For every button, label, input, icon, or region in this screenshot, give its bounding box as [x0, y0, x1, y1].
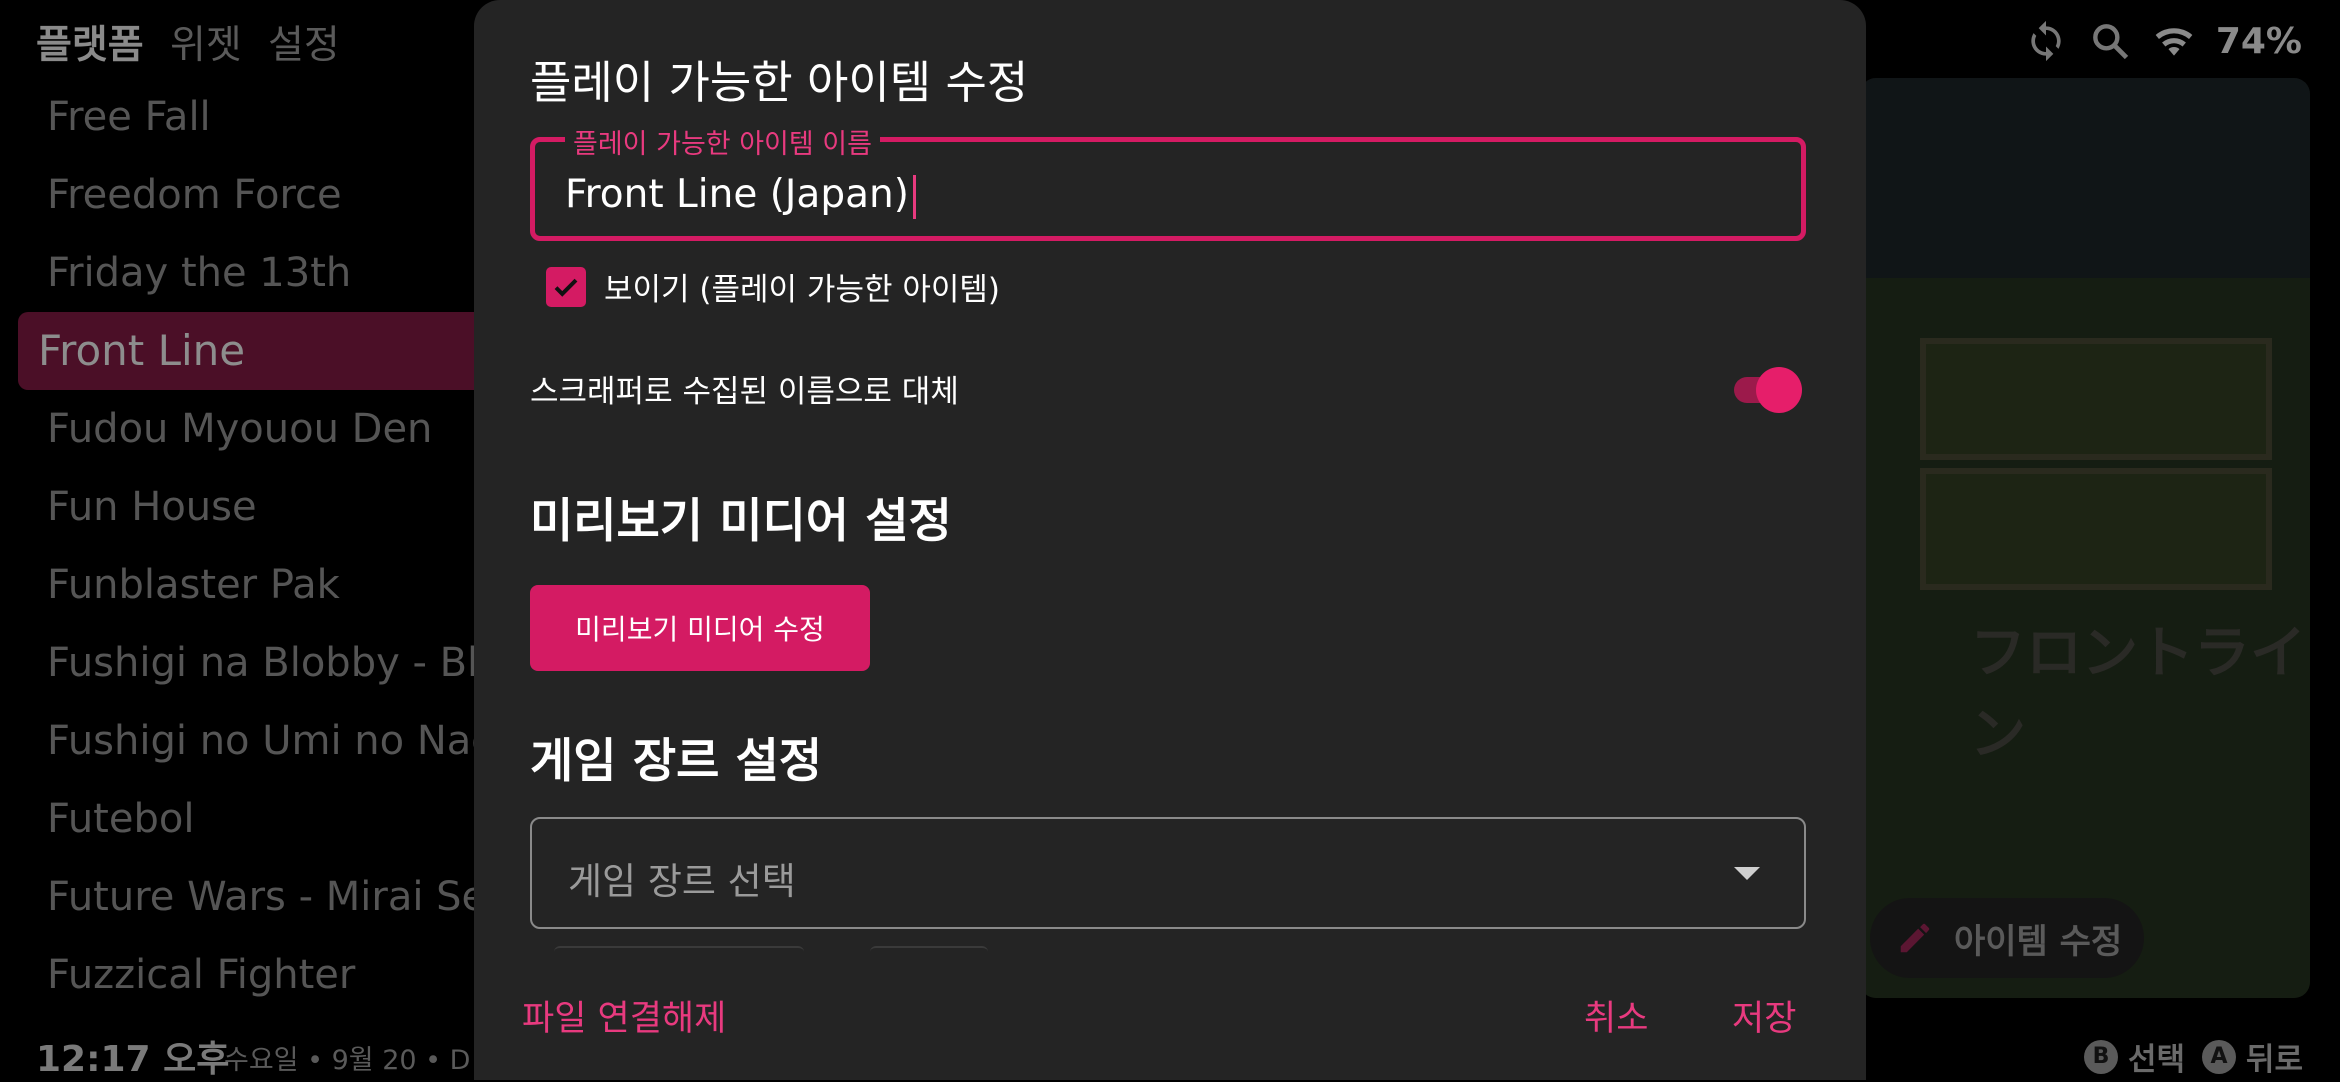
- genre-select[interactable]: 게임 장르 선택: [530, 817, 1806, 929]
- game-preview-art: フロントライン: [1860, 78, 2310, 998]
- item-name-input[interactable]: Front Line (Japan): [565, 172, 1745, 219]
- list-item[interactable]: Friday the 13th: [18, 234, 498, 312]
- dropdown-arrow-icon: [1734, 867, 1760, 880]
- scraper-name-label: 스크래퍼로 수집된 이름으로 대체: [530, 374, 959, 410]
- cancel-button[interactable]: 취소: [1584, 990, 1648, 1041]
- status-area: 74%: [2024, 16, 2340, 66]
- scraper-name-toggle[interactable]: [1728, 365, 1802, 413]
- edit-item-label: 아이템 수정: [1954, 921, 2123, 962]
- item-name-value: Front Line (Japan): [565, 172, 909, 217]
- tab-settings[interactable]: 설정: [268, 14, 340, 70]
- hint-select[interactable]: B 선택: [2084, 1034, 2185, 1079]
- toggle-thumb: [1756, 367, 1802, 413]
- list-item[interactable]: Fun House: [18, 468, 498, 546]
- list-item[interactable]: Fushigi na Blobby - Blob: [18, 624, 498, 702]
- game-list: Free Fall Freedom Force Friday the 13th …: [18, 78, 498, 1014]
- hint-back[interactable]: A 뒤로: [2202, 1034, 2303, 1079]
- wifi-icon: [2155, 28, 2193, 56]
- b-button-icon: B: [2084, 1039, 2118, 1074]
- visible-checkbox[interactable]: [546, 266, 586, 307]
- preview-logo-block: [1920, 468, 2272, 590]
- tab-platforms[interactable]: 플랫폼: [36, 14, 144, 70]
- check-icon: [554, 278, 578, 297]
- genre-chip-edge: [554, 946, 804, 952]
- date-text: 수요일 • 9월 20 • D: [224, 1045, 471, 1076]
- list-item[interactable]: Fudou Myouou Den: [18, 390, 498, 468]
- edit-item-dialog: 플레이 가능한 아이템 수정 플레이 가능한 아이템 이름 Front Line…: [474, 0, 1866, 1080]
- visible-checkbox-row[interactable]: 보이기 (플레이 가능한 아이템): [546, 264, 1000, 309]
- preview-logo-block: [1920, 338, 2272, 460]
- dialog-title: 플레이 가능한 아이템 수정: [530, 56, 1029, 109]
- list-item[interactable]: Free Fall: [18, 78, 498, 156]
- edit-preview-media-button[interactable]: 미리보기 미디어 수정: [530, 585, 870, 671]
- clock: 12:17 오후: [36, 1039, 230, 1080]
- pencil-icon: [1900, 923, 1930, 953]
- list-item[interactable]: Freedom Force: [18, 156, 498, 234]
- list-item[interactable]: Fuzzical Fighter: [18, 936, 498, 1014]
- hint-select-label: 선택: [2128, 1042, 2186, 1078]
- preview-title-text: フロントライン: [1970, 621, 2306, 767]
- battery-level: 74%: [2215, 20, 2302, 62]
- visible-checkbox-label: 보이기 (플레이 가능한 아이템): [604, 272, 1000, 308]
- hint-back-label: 뒤로: [2246, 1042, 2304, 1078]
- tab-widgets[interactable]: 위젯: [170, 14, 242, 70]
- item-name-label: 플레이 가능한 아이템 이름: [565, 122, 880, 161]
- sync-icon[interactable]: [2024, 19, 2068, 63]
- item-name-field[interactable]: 플레이 가능한 아이템 이름 Front Line (Japan): [530, 122, 1806, 241]
- genre-chip-edge: [870, 946, 988, 952]
- list-item-selected[interactable]: Front Line: [18, 312, 498, 390]
- list-item[interactable]: Futebol: [18, 780, 498, 858]
- list-item[interactable]: Fushigi no Umi no Nadia: [18, 702, 498, 780]
- list-item[interactable]: Funblaster Pak: [18, 546, 498, 624]
- list-item[interactable]: Future Wars - Mirai Sen: [18, 858, 498, 936]
- a-button-icon: A: [2202, 1039, 2236, 1074]
- save-button[interactable]: 저장: [1732, 990, 1796, 1041]
- unlink-file-button[interactable]: 파일 연결해제: [522, 990, 726, 1041]
- search-icon[interactable]: [2088, 19, 2132, 63]
- genre-select-placeholder: 게임 장르 선택: [568, 860, 796, 903]
- text-caret: [912, 174, 916, 219]
- preview-media-heading: 미리보기 미디어 설정: [530, 494, 952, 549]
- edit-item-button[interactable]: 아이템 수정: [1870, 898, 2144, 978]
- genre-heading: 게임 장르 설정: [530, 734, 823, 789]
